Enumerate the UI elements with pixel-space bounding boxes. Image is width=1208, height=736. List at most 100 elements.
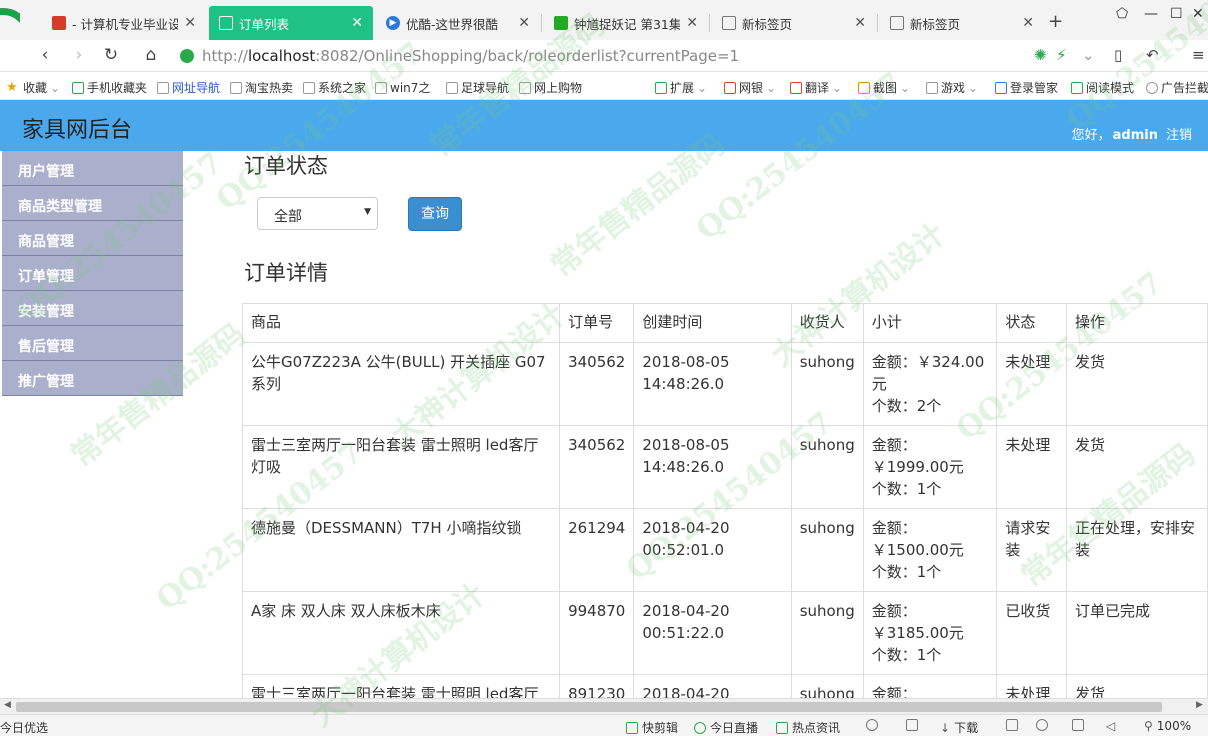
minimize-icon[interactable]: — [1144,6,1158,22]
admin-header: 家具网后台 您好， admin 注销 [0,100,1208,151]
ship-action-link[interactable]: 发货 [1065,674,1208,698]
sidebar-item-installation[interactable]: 安装管理 [2,291,183,326]
sidebar-item-product-types[interactable]: 商品类型管理 [2,186,183,221]
volume-icon[interactable]: ◁ [1106,719,1115,733]
sidebar-item-orders[interactable]: 订单管理 [2,256,183,291]
tab-1[interactable]: 订单列表 ✕ [209,6,373,40]
cell-created: 2018-04-20 00:52:01.0 [633,508,792,592]
col-header-order-no: 订单号 [559,303,635,343]
logout-link[interactable]: 注销 [1166,128,1192,143]
close-icon[interactable]: ✕ [518,15,530,31]
close-icon[interactable]: ✕ [854,15,866,31]
shield-icon[interactable] [1006,719,1022,731]
maximize-icon[interactable]: ☐ [1170,6,1183,22]
sidebar-item-after-sales[interactable]: 售后管理 [2,326,183,361]
tab-4[interactable]: 新标签页 ✕ [712,6,876,40]
phone-icon[interactable]: ▯ [1114,46,1122,64]
bookmark-tool[interactable]: 扩展 ⌄ [655,79,707,96]
tab-0[interactable]: - 计算机专业毕业设 ✕ [42,6,206,40]
scroll-left-icon[interactable]: ◀ [4,700,11,710]
cell-created: 2018-08-05 14:48:26.0 [633,342,792,426]
grid-icon [722,16,736,30]
bookmark-tool[interactable]: 游戏 ⌄ [926,79,978,96]
bookmark-item[interactable]: 网上购物 [519,79,582,96]
sidebar-item-products[interactable]: 商品管理 [2,221,183,256]
order-status-heading: 订单状态 [244,154,328,178]
close-icon[interactable]: ✕ [351,15,363,31]
news-icon [776,721,788,734]
cell-subtotal: 金额：￥3185.00元 个数：1个 [862,591,998,675]
dropdown-icon[interactable]: ⌄ [1082,46,1095,64]
bookmark-tool[interactable]: 登录管家 [995,79,1058,96]
table-row: 雷士三室两厅一阳台套装 雷士照明 led客厅灯吸 891230 2018-04-… [241,674,1208,698]
status-today-picks[interactable]: 今日优选 [0,719,48,736]
cell-product: A家 床 双人床 双人床板木床 [241,591,561,675]
close-icon[interactable]: ✕ [686,15,698,31]
extension-icon [655,81,667,94]
table-row: 公牛G07Z223A 公牛(BULL) 开关插座 G07系列 340562 20… [241,342,1208,426]
undo-icon[interactable]: ↶ [1146,46,1159,64]
bookmark-item[interactable]: 手机收藏夹 [72,79,147,96]
bookmark-item[interactable]: win7之 [375,79,430,96]
brush-icon[interactable] [1036,719,1052,731]
cell-created: 2018-08-05 14:48:26.0 [633,425,792,509]
sidebar-item-users[interactable]: 用户管理 [2,151,183,186]
sidebar-item-promotion[interactable]: 推广管理 [2,361,183,396]
status-quick-edit[interactable]: 快剪辑 [626,719,678,736]
bookmark-tool[interactable]: 翻译 ⌄ [790,79,842,96]
plane-icon[interactable] [906,719,922,731]
bookmark-favorites[interactable]: ★ 收藏 ⌄ [6,79,60,96]
accelerate-icon[interactable]: ✺ [1034,46,1047,64]
download-icon: ↓ [940,720,951,735]
page-icon [157,81,169,94]
bookmark-item[interactable]: 网址导航 [157,79,220,96]
page-icon [303,81,315,94]
reload-icon[interactable]: ↻ [100,44,122,66]
status-live[interactable]: 今日直播 [694,719,758,736]
cell-status: 未处理 [996,425,1067,509]
close-window-icon[interactable]: ✕ [1192,6,1204,22]
scrollbar-thumb[interactable] [16,702,1162,712]
tab-5[interactable]: 新标签页 ✕ [880,6,1044,40]
horizontal-scrollbar[interactable]: ◀ ▶ [0,698,1208,714]
zoom-level[interactable]: ⚲ 100% [1144,719,1191,733]
bookmark-tool[interactable]: 广告拦截 [1146,79,1208,96]
cell-receiver: suhong [790,342,864,426]
tab-2[interactable]: ▶ 优酷-这世界很酷 ✕ [376,6,540,40]
scroll-right-icon[interactable]: ▶ [1196,700,1203,710]
home-icon[interactable]: ⌂ [140,44,162,66]
cell-order-no: 340562 [559,425,635,509]
ship-action-link[interactable]: 发货 [1065,425,1208,509]
grid-icon [890,16,904,30]
status-news[interactable]: 热点资讯 [776,719,840,736]
status-select[interactable]: 全部 ▼ [257,197,378,230]
new-tab-button[interactable]: + [1048,11,1063,32]
bookmark-tool[interactable]: 网银 ⌄ [724,79,776,96]
bookmark-tool[interactable]: 截图 ⌄ [858,79,910,96]
forward-icon[interactable]: › [68,44,90,66]
username: admin [1112,128,1158,143]
lightning-icon[interactable]: ⚡ [1056,46,1067,64]
window-icon[interactable] [1072,719,1088,731]
status-download[interactable]: ↓ 下载 [940,719,978,736]
back-icon[interactable]: ‹ [34,44,56,66]
search-icon [995,81,1007,94]
bookmark-item[interactable]: 足球导航 [446,79,509,96]
bookmark-item[interactable]: 淘宝热卖 [230,79,293,96]
menu-icon[interactable]: ≡ [1192,46,1205,64]
query-button[interactable]: 查询 [408,197,462,231]
table-row: A家 床 双人床 双人床板木床 994870 2018-04-20 00:51:… [241,591,1208,675]
history-icon[interactable] [866,719,882,731]
cell-order-no: 261294 [559,508,635,592]
close-icon[interactable]: ✕ [184,15,196,31]
tab-3[interactable]: 钟馗捉妖记 第31集 ✕ [544,6,708,40]
address-bar: ‹ › ↻ ⌂ http://localhost:8082/OnlineShop… [0,40,1208,72]
bookmark-item[interactable]: 系统之家 [303,79,366,96]
url-field[interactable]: http://localhost:8082/OnlineShopping/bac… [180,43,1080,69]
ship-action-link[interactable]: 发货 [1065,342,1208,426]
page-icon [446,81,458,94]
close-icon[interactable]: ✕ [1022,15,1034,31]
bookmark-tool[interactable]: 阅读模式 [1071,79,1134,96]
skin-icon[interactable]: ⬠ [1116,6,1128,22]
cell-status: 已收货 [996,591,1067,675]
